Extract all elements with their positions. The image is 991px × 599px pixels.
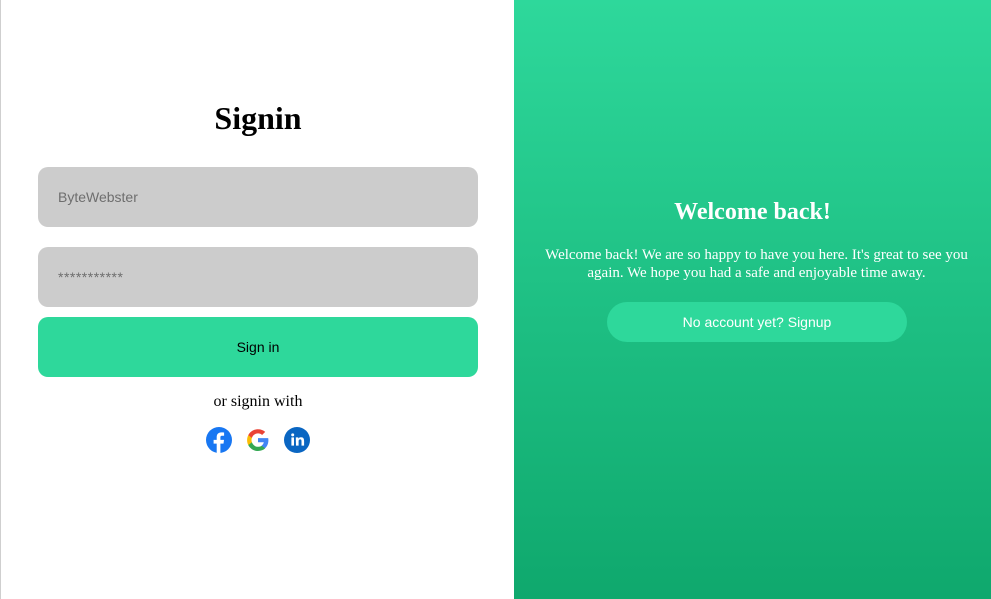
welcome-panel: Welcome back! Welcome back! We are so ha…: [514, 0, 991, 599]
linkedin-icon[interactable]: [284, 427, 310, 453]
facebook-icon[interactable]: [206, 427, 232, 453]
alt-signin-text: or signin with: [213, 393, 303, 410]
username-input[interactable]: ByteWebster: [38, 167, 478, 227]
signin-panel: Signin ByteWebster *********** Sign in o…: [0, 0, 514, 599]
signin-button[interactable]: Sign in: [38, 317, 478, 377]
welcome-title: Welcome back!: [674, 199, 831, 225]
signin-title: Signin: [214, 100, 302, 136]
social-login-row: [1, 427, 515, 453]
welcome-message: Welcome back! We are so happy to have yo…: [545, 247, 968, 281]
google-icon[interactable]: [245, 427, 271, 453]
password-input[interactable]: ***********: [38, 247, 478, 307]
signup-button[interactable]: No account yet? Signup: [607, 302, 907, 342]
